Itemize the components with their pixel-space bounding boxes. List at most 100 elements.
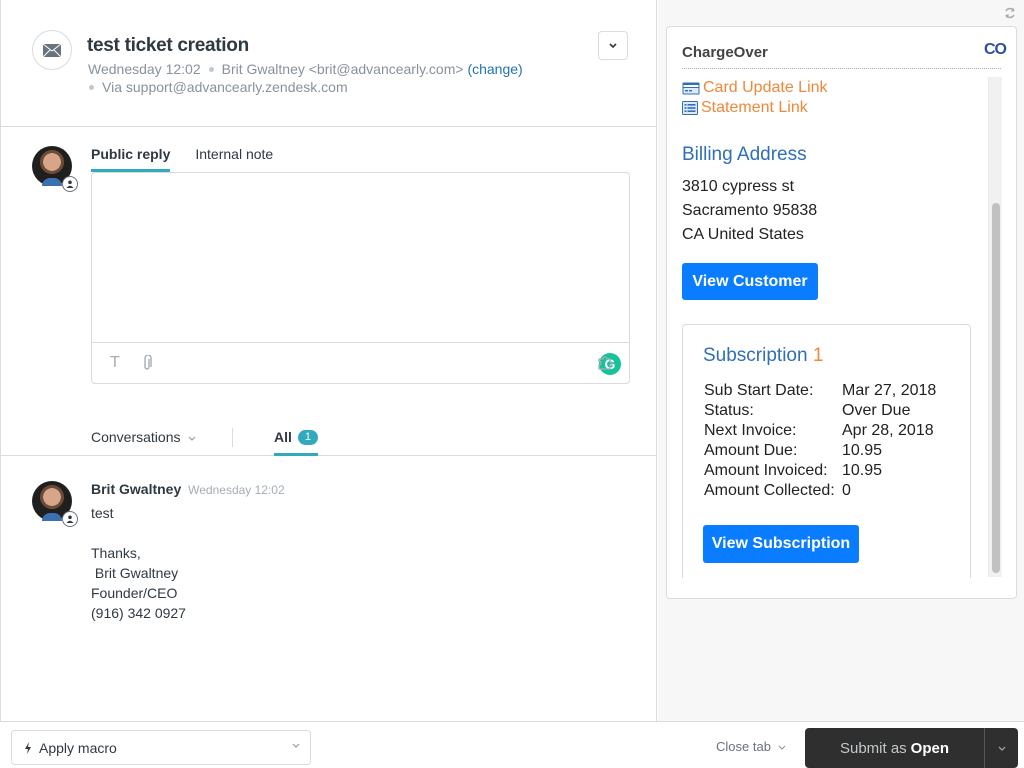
detail-value: 0 xyxy=(842,482,851,499)
chevron-down-icon xyxy=(189,436,196,441)
refresh-icon[interactable] xyxy=(1004,6,1016,22)
detail-key: Amount Due: xyxy=(704,442,798,459)
text-format-icon[interactable]: T xyxy=(110,354,120,372)
lightning-icon xyxy=(25,741,31,754)
count-badge: 1 xyxy=(297,430,319,445)
detail-row: Amount Due: 10.95 xyxy=(704,441,936,461)
chevron-down-icon xyxy=(998,746,1005,751)
ticket-footer: Apply macro Close tab Submit as Open xyxy=(0,721,1024,768)
card-update-label: Card Update Link xyxy=(703,79,828,96)
person-icon xyxy=(66,180,74,188)
attachment-icon[interactable] xyxy=(142,354,152,377)
list-icon xyxy=(682,101,698,115)
author-avatar[interactable] xyxy=(32,481,78,527)
close-tab-dropdown[interactable]: Close tab xyxy=(716,739,786,754)
conversations-dropdown[interactable]: Conversations xyxy=(91,429,196,445)
detail-key: Next Invoice: xyxy=(704,422,797,439)
change-requester-link[interactable]: (change) xyxy=(467,61,522,77)
detail-row: Amount Invoiced: 10.95 xyxy=(704,461,936,481)
message-body: test Thanks, Brit Gwaltney Founder/CEO (… xyxy=(91,505,186,621)
statement-link[interactable]: Statement Link xyxy=(682,99,808,117)
address-line: Sacramento 95838 xyxy=(682,202,818,219)
apps-pane: ChargeOver CO Card Update Link Statement… xyxy=(658,0,1024,721)
chargeover-app: ChargeOver CO Card Update Link Statement… xyxy=(666,26,1017,599)
address-line: 3810 cypress st xyxy=(682,178,795,195)
separator-dot xyxy=(208,66,214,72)
subscription-heading: Subscription 1 xyxy=(703,345,823,367)
tab-all[interactable]: All 1 xyxy=(274,429,319,456)
submit-prefix: Submit as xyxy=(839,739,907,757)
billing-heading: Billing Address xyxy=(682,144,807,165)
close-tab-label: Close tab xyxy=(716,739,771,754)
billing-address: 3810 cypress st Sacramento 95838 CA Unit… xyxy=(682,175,817,247)
detail-value: Over Due xyxy=(842,402,911,419)
ticket-title: test ticket creation xyxy=(87,35,249,56)
envelope-icon xyxy=(43,43,61,57)
detail-value: Mar 27, 2018 xyxy=(842,382,937,399)
view-customer-button[interactable]: View Customer xyxy=(682,263,818,300)
ticket-via: Via support@advancearly.zendesk.com xyxy=(88,79,348,95)
detail-row: Sub Start Date: Mar 27, 2018 xyxy=(704,381,936,401)
credit-card-icon xyxy=(682,82,700,94)
detail-row: Amount Collected: 0 xyxy=(704,481,936,501)
message-time: Wednesday 12:02 xyxy=(188,483,285,497)
ticket-pane: test ticket creation Wednesday 12:02 Brit… xyxy=(0,0,657,721)
conversations-label: Conversations xyxy=(91,429,181,445)
message-header: Brit Gwaltney Wednesday 12:02 xyxy=(91,481,285,497)
divider xyxy=(232,428,233,447)
ticket-header: test ticket creation Wednesday 12:02 Brit… xyxy=(1,0,657,127)
view-subscription-button[interactable]: View Subscription xyxy=(703,525,859,563)
apply-macro-dropdown[interactable]: Apply macro xyxy=(11,730,311,765)
message-author[interactable]: Brit Gwaltney xyxy=(91,481,181,497)
address-line: CA United States xyxy=(682,226,804,243)
apps-puzzle-icon[interactable] xyxy=(598,355,615,375)
person-icon xyxy=(66,515,74,523)
detail-row: Next Invoice: Apr 28, 2018 xyxy=(704,421,936,441)
detail-row: Status: Over Due xyxy=(704,401,936,421)
chargeover-logo: CO xyxy=(984,41,1007,58)
submit-options-button[interactable] xyxy=(985,728,1018,768)
channel-badge xyxy=(32,30,72,70)
chevron-down-icon xyxy=(609,43,617,48)
detail-value: Apr 28, 2018 xyxy=(842,422,934,439)
ticket-meta: Wednesday 12:02 Brit Gwaltney <brit@advan… xyxy=(88,61,523,77)
statement-label: Statement Link xyxy=(701,99,808,116)
detail-key: Amount Invoiced: xyxy=(704,462,828,479)
reply-editor: G T xyxy=(91,172,630,384)
ticket-options-button[interactable] xyxy=(598,31,628,60)
app-content: Card Update Link Statement Link Billing … xyxy=(667,75,987,578)
divider xyxy=(682,68,1001,69)
ticket-date: Wednesday 12:02 xyxy=(88,61,201,77)
reply-textarea[interactable] xyxy=(92,173,629,343)
separator-dot xyxy=(89,84,94,90)
detail-value: 10.95 xyxy=(842,462,883,479)
app-title: ChargeOver xyxy=(682,44,768,61)
conversation-filter-bar: Conversations All 1 xyxy=(1,410,657,456)
apply-macro-label: Apply macro xyxy=(39,739,117,756)
tab-public-reply[interactable]: Public reply xyxy=(91,146,171,172)
via-address: Via support@advancearly.zendesk.com xyxy=(102,79,348,95)
card-update-link[interactable]: Card Update Link xyxy=(682,79,828,97)
scrollbar-thumb[interactable] xyxy=(992,203,1000,573)
editor-toolbar: T xyxy=(92,344,629,384)
agent-avatar[interactable] xyxy=(32,146,78,192)
submit-button[interactable]: Submit as Open xyxy=(805,728,985,768)
requester: Brit Gwaltney <brit@advancearly.com> xyxy=(221,61,464,77)
subscription-card: Subscription 1 Sub Start Date: Mar 27, 20… xyxy=(682,324,971,578)
app-scrollbar[interactable] xyxy=(988,77,1002,577)
all-label: All xyxy=(274,429,292,445)
tab-internal-note[interactable]: Internal note xyxy=(195,146,273,172)
chevron-down-icon xyxy=(778,745,785,750)
subscription-number: 1 xyxy=(812,345,824,366)
detail-value: 10.95 xyxy=(842,442,883,459)
detail-key: Sub Start Date: xyxy=(704,382,814,399)
subscription-label: Subscription xyxy=(703,345,808,366)
reply-tabs: Public reply Internal note xyxy=(91,146,273,172)
chevron-down-icon xyxy=(292,740,300,751)
submit-button-group: Submit as Open xyxy=(805,728,1018,768)
user-badge xyxy=(62,176,78,192)
detail-key: Status: xyxy=(704,402,754,419)
detail-key: Amount Collected: xyxy=(704,482,835,499)
user-badge xyxy=(62,511,78,527)
subscription-details: Sub Start Date: Mar 27, 2018 Status: Over … xyxy=(704,381,936,501)
